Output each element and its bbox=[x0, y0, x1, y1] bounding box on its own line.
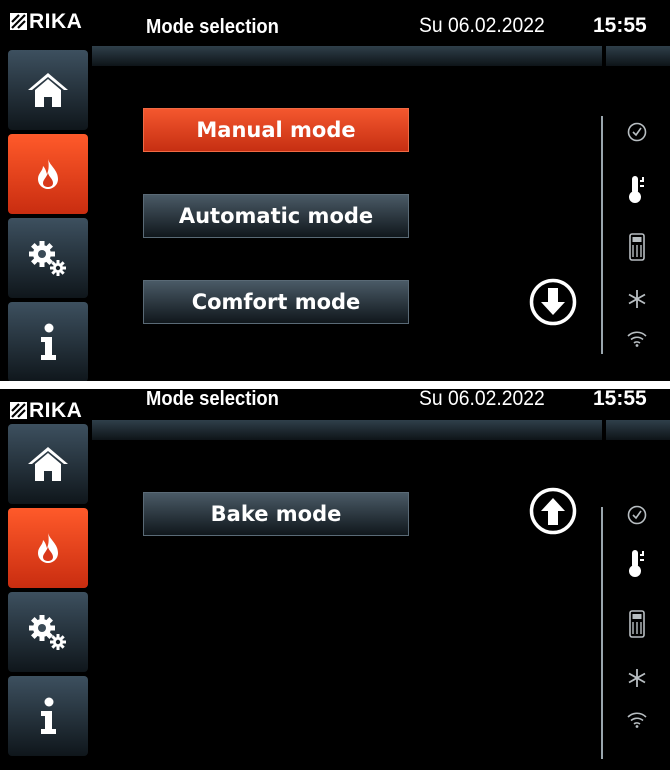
logo-text: RIKA bbox=[29, 399, 83, 422]
home-icon bbox=[28, 447, 68, 481]
logo-text: RIKA bbox=[29, 10, 83, 33]
header-ribbon bbox=[92, 420, 670, 440]
clock-icon bbox=[624, 502, 650, 528]
flame-icon bbox=[38, 533, 58, 563]
room-sensor-icon bbox=[624, 233, 650, 261]
frost-icon bbox=[624, 286, 650, 312]
header: RIKA Mode selection Su 06.02.2022 15:55 bbox=[0, 0, 670, 46]
info-icon bbox=[41, 697, 56, 734]
date-display: Su 06.02.2022 bbox=[419, 14, 545, 37]
brand-logo: RIKA bbox=[10, 10, 82, 34]
wifi-icon bbox=[624, 706, 650, 732]
page-title: Mode selection bbox=[146, 16, 279, 38]
settings-gears-icon bbox=[29, 615, 66, 650]
logo-mark-icon bbox=[10, 13, 27, 30]
comfort-mode-button[interactable]: Comfort mode bbox=[143, 280, 409, 324]
clock-icon bbox=[624, 119, 650, 145]
settings-gears-icon bbox=[29, 241, 66, 276]
sidebar-item-info[interactable] bbox=[8, 676, 88, 756]
home-icon bbox=[28, 73, 68, 107]
sidebar-item-heating[interactable] bbox=[8, 134, 88, 214]
arrow-up-icon bbox=[541, 498, 565, 525]
sidebar-item-home[interactable] bbox=[8, 424, 88, 504]
thermometer-icon bbox=[624, 550, 650, 577]
sidebar bbox=[0, 420, 88, 770]
screen-mode-selection-page-1: RIKA Mode selection Su 06.02.2022 15:55 bbox=[0, 0, 670, 381]
sidebar-item-heating[interactable] bbox=[8, 508, 88, 588]
manual-mode-button[interactable]: Manual mode bbox=[143, 108, 409, 152]
time-display: 15:55 bbox=[593, 389, 647, 410]
sidebar-item-info[interactable] bbox=[8, 302, 88, 381]
info-icon bbox=[41, 323, 56, 360]
scroll-down-button[interactable] bbox=[529, 278, 577, 326]
frost-icon bbox=[624, 665, 650, 691]
sidebar bbox=[0, 46, 88, 381]
thermometer-icon bbox=[624, 176, 650, 203]
sidebar-item-settings[interactable] bbox=[8, 592, 88, 672]
status-divider bbox=[601, 507, 603, 759]
scroll-up-button[interactable] bbox=[529, 487, 577, 535]
automatic-mode-button[interactable]: Automatic mode bbox=[143, 194, 409, 238]
bake-mode-button[interactable]: Bake mode bbox=[143, 492, 409, 536]
status-divider bbox=[601, 116, 603, 354]
logo-mark-icon bbox=[10, 402, 27, 419]
sidebar-item-home[interactable] bbox=[8, 50, 88, 130]
page-title: Mode selection bbox=[146, 389, 279, 410]
sidebar-item-settings[interactable] bbox=[8, 218, 88, 298]
flame-icon bbox=[38, 159, 58, 189]
header-ribbon bbox=[92, 46, 670, 66]
screen-mode-selection-page-2: RIKA Mode selection Su 06.02.2022 15:55 bbox=[0, 389, 670, 770]
room-sensor-icon bbox=[624, 610, 650, 638]
date-display: Su 06.02.2022 bbox=[419, 389, 545, 410]
arrow-down-icon bbox=[541, 288, 565, 315]
wifi-icon bbox=[624, 325, 650, 351]
time-display: 15:55 bbox=[593, 14, 647, 37]
